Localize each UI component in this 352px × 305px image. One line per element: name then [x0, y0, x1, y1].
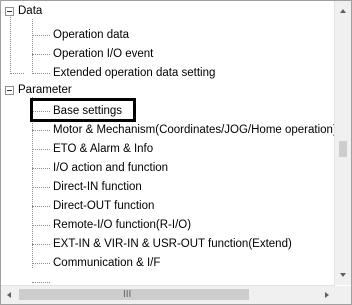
scroll-thumb-grip: III [123, 289, 132, 300]
tree-line [32, 187, 50, 188]
scroll-down-arrow-icon[interactable] [340, 273, 346, 277]
collapse-parameter-toggle[interactable] [5, 86, 14, 95]
tree-node-data[interactable]: Data [18, 3, 42, 19]
tree-line [32, 19, 33, 74]
tree-line [10, 17, 11, 74]
scroll-up-arrow-icon[interactable] [340, 9, 346, 13]
tree-line [32, 73, 50, 74]
tree-line [32, 149, 50, 150]
selection-highlight [30, 98, 136, 122]
tree-line [32, 244, 50, 245]
tree-line [32, 97, 33, 268]
tree-line [10, 73, 24, 74]
tree-line [32, 263, 50, 264]
tree-node-direct-out-function[interactable]: Direct-OUT function [53, 198, 154, 214]
tree-view-panel: Data Operation data Operation I/O event … [0, 0, 352, 305]
tree-node-communication-if[interactable]: Communication & I/F [53, 255, 160, 271]
scrollbar-corner [335, 286, 351, 304]
tree-node-direct-in-function[interactable]: Direct-IN function [53, 179, 142, 195]
horizontal-scrollbar[interactable]: III [1, 285, 335, 304]
tree-line [32, 54, 50, 55]
scroll-left-arrow-icon[interactable] [7, 292, 11, 298]
tree-node-extended-operation-data-setting[interactable]: Extended operation data setting [53, 65, 215, 81]
tree-node-parameter[interactable]: Parameter [18, 82, 72, 98]
tree-line [32, 282, 50, 283]
tree-node-operation-io-event[interactable]: Operation I/O event [53, 46, 153, 62]
tree-node-io-action-function[interactable]: I/O action and function [53, 160, 168, 176]
tree-node-remote-io-function[interactable]: Remote-I/O function(R-I/O) [53, 217, 191, 233]
tree-view: Data Operation data Operation I/O event … [1, 1, 335, 285]
vertical-scrollbar[interactable] [334, 1, 351, 285]
tree-line [32, 225, 50, 226]
tree-line [32, 35, 50, 36]
tree-node-eto-alarm-info[interactable]: ETO & Alarm & Info [53, 141, 153, 157]
tree-line [32, 130, 50, 131]
collapse-data-toggle[interactable] [5, 7, 14, 16]
tree-line [32, 168, 50, 169]
tree-node-motor-mechanism[interactable]: Motor & Mechanism(Coordinates/JOG/Home o… [53, 122, 335, 138]
tree-node-ext-in-vir-in-usr-out-function[interactable]: EXT-IN & VIR-IN & USR-OUT function(Exten… [53, 236, 292, 252]
vertical-scroll-thumb[interactable] [339, 141, 347, 157]
tree-node-operation-data[interactable]: Operation data [53, 27, 129, 43]
tree-line [32, 206, 50, 207]
scroll-right-arrow-icon[interactable] [325, 292, 329, 298]
horizontal-scroll-thumb[interactable]: III [19, 289, 249, 300]
